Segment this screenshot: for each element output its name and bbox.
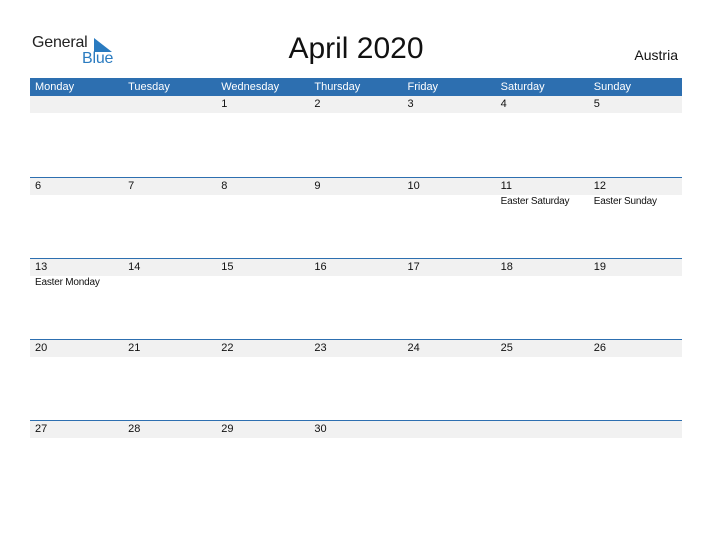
day-number: 8	[221, 180, 228, 192]
day-number: 17	[407, 261, 420, 273]
day-number: 24	[407, 342, 420, 354]
weekday-friday: Friday	[407, 81, 439, 93]
day-number	[589, 421, 682, 438]
weekday-sunday: Sunday	[593, 81, 632, 93]
holiday-label	[123, 195, 216, 209]
day-number: 28	[128, 423, 141, 435]
calendar-grid: Monday Tuesday Wednesday Thursday Friday…	[30, 78, 682, 501]
day-number: 18	[500, 261, 513, 273]
holiday-label: Easter Monday	[35, 277, 100, 288]
calendar-title: April 2020	[288, 32, 424, 65]
day-number: 26	[593, 342, 606, 354]
holiday-label	[123, 276, 216, 290]
holiday-label	[216, 195, 309, 209]
week-row: 1 2 3 4 5	[30, 96, 682, 177]
day-number: 29	[221, 423, 234, 435]
day-number: 10	[407, 180, 420, 192]
day-number: 4	[500, 98, 507, 110]
holiday-label	[403, 195, 496, 209]
date-strip: 1 2 3 4 5	[30, 96, 682, 113]
holiday-label: Easter Saturday	[500, 196, 570, 207]
events-row: Easter Saturday Easter Sunday	[30, 195, 682, 209]
holiday-label	[309, 195, 402, 209]
holiday-label	[403, 276, 496, 290]
week-row: 13 14 15 16 17 18 19 Easter Monday	[30, 258, 682, 339]
day-number: 5	[593, 98, 600, 110]
day-number	[496, 421, 589, 438]
day-number: 20	[35, 342, 48, 354]
day-number: 13	[35, 261, 48, 273]
holiday-label	[496, 276, 589, 290]
weekday-saturday: Saturday	[500, 81, 545, 93]
country-label: Austria	[634, 47, 678, 63]
day-number: 27	[35, 423, 48, 435]
holiday-label	[216, 276, 309, 290]
day-number: 9	[314, 180, 321, 192]
day-number: 1	[221, 98, 228, 110]
week-row: 6 7 8 9 10 11 12 Easter Saturday Easter Sunday	[30, 177, 682, 258]
day-number: 15	[221, 261, 234, 273]
week-row: 20 21 22 23 24 25 26	[30, 339, 682, 420]
holiday-label	[30, 195, 123, 209]
day-number: 21	[128, 342, 141, 354]
day-number	[403, 421, 496, 438]
day-number: 7	[128, 180, 135, 192]
holiday-label: Easter Sunday	[593, 196, 657, 207]
weekday-wednesday: Wednesday	[221, 81, 280, 93]
day-number	[30, 96, 123, 113]
events-row: Easter Monday	[30, 276, 682, 290]
day-number: 3	[407, 98, 414, 110]
day-number: 11	[500, 180, 513, 192]
date-strip: 27 28 29 30	[30, 421, 682, 438]
weekday-header: Monday Tuesday Wednesday Thursday Friday…	[30, 78, 682, 96]
day-number: 16	[314, 261, 327, 273]
day-number: 22	[221, 342, 234, 354]
day-number: 25	[500, 342, 513, 354]
day-number	[123, 96, 216, 113]
day-number: 12	[593, 180, 606, 192]
day-number: 6	[35, 180, 42, 192]
weekday-thursday: Thursday	[314, 81, 361, 93]
week-row: 27 28 29 30	[30, 420, 682, 501]
date-strip: 6 7 8 9 10 11 12	[30, 178, 682, 195]
date-strip: 13 14 15 16 17 18 19	[30, 259, 682, 276]
day-number: 14	[128, 261, 141, 273]
day-number: 30	[314, 423, 327, 435]
holiday-label	[309, 276, 402, 290]
day-number: 23	[314, 342, 327, 354]
holiday-label	[589, 276, 682, 290]
day-number: 2	[314, 98, 321, 110]
date-strip: 20 21 22 23 24 25 26	[30, 340, 682, 357]
weekday-tuesday: Tuesday	[128, 81, 170, 93]
weekday-monday: Monday	[35, 81, 75, 93]
day-number: 19	[593, 261, 606, 273]
